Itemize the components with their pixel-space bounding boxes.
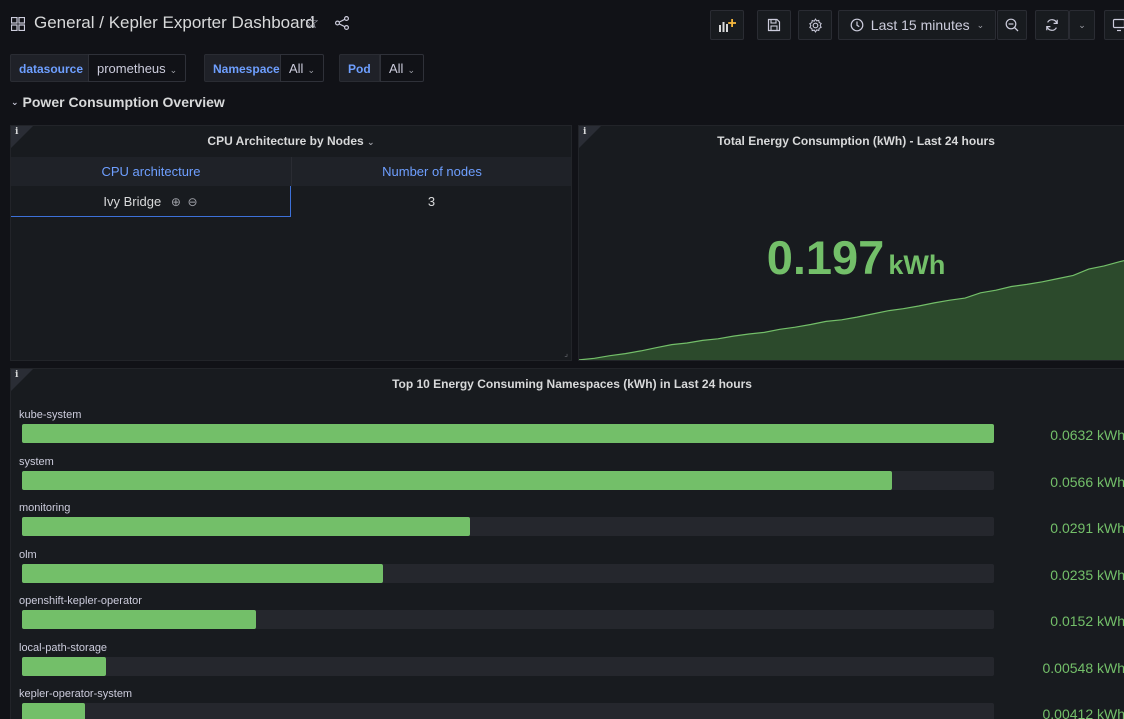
dashboard-navbar: General / Kepler Exporter Dashboard ☆ La…	[0, 0, 1124, 48]
chevron-down-icon: ⌄	[367, 137, 375, 147]
chevron-down-icon: ⌄	[11, 97, 19, 107]
bar-fill[interactable]	[22, 470, 893, 490]
time-range-label: Last 15 minutes	[870, 17, 970, 33]
panel-title[interactable]: Total Energy Consumption (kWh) - Last 24…	[579, 134, 1124, 148]
stat-value: 0.197 kWh	[579, 230, 1124, 285]
variable-value-pod: All	[389, 61, 404, 76]
save-icon	[767, 18, 781, 32]
zoom-out-icon	[1005, 18, 1019, 32]
bar-label: kube-system	[19, 409, 82, 421]
bar-label: openshift-kepler-operator	[19, 595, 142, 607]
panel-title[interactable]: CPU Architecture by Nodes ⌄	[11, 134, 571, 148]
bar-fill[interactable]	[22, 656, 107, 676]
bar-gauge-item: openshift-kepler-operator 0.0152 kWh	[19, 595, 1124, 641]
zoom-out-time-button[interactable]	[997, 10, 1027, 40]
monitor-icon	[1112, 18, 1124, 32]
row-header-power-consumption[interactable]: ⌄ Power Consumption Overview	[11, 94, 225, 110]
bar-label: kepler-operator-system	[19, 688, 133, 700]
bar-value: 0.00412 kWh	[1042, 706, 1124, 719]
star-icon[interactable]: ☆	[304, 13, 319, 33]
resize-handle-icon[interactable]: ⌟	[564, 349, 568, 358]
bar-value: 0.0235 kWh	[1050, 566, 1124, 583]
bar-gauge-item: olm 0.0235 kWh	[19, 549, 1124, 595]
bar-track	[22, 610, 994, 629]
gear-icon	[808, 17, 822, 33]
chevron-down-icon: ⌄	[976, 19, 985, 30]
add-panel-button[interactable]	[710, 10, 744, 40]
bar-gauge-item: kepler-operator-system 0.00412 kWh	[19, 688, 1124, 719]
variable-value-datasource: prometheus	[97, 61, 166, 76]
variable-select-namespace[interactable]: All ⌄	[280, 54, 324, 82]
clock-icon	[850, 18, 864, 32]
chevron-down-icon: ⌄	[1078, 19, 1086, 30]
bar-fill[interactable]	[22, 610, 256, 629]
panel-top-namespaces: i Top 10 Energy Consuming Namespaces (kW…	[10, 368, 1124, 719]
refresh-button[interactable]	[1035, 10, 1069, 40]
time-range-picker[interactable]: Last 15 minutes ⌄	[838, 10, 996, 40]
zoom-in-icon[interactable]: ⊕	[171, 187, 181, 218]
table-cell-value: Ivy Bridge	[103, 194, 162, 209]
bar-value: 0.0632 kWh	[1050, 427, 1124, 443]
stat-number: 0.197	[766, 231, 885, 284]
panel-cpu-architecture: i CPU Architecture by Nodes ⌄ CPU archit…	[10, 125, 572, 361]
bar-gauge-item: kube-system 0.0632 kWh	[19, 409, 1124, 455]
bar-fill[interactable]	[22, 703, 86, 719]
share-icon[interactable]	[335, 16, 349, 30]
variable-label-pod: Pod	[339, 54, 380, 82]
panel-title-text: CPU Architecture by Nodes	[207, 134, 364, 148]
bar-value: 0.0152 kWh	[1050, 613, 1124, 629]
bar-gauge-item: monitoring 0.0291 kWh	[19, 502, 1124, 548]
bar-track	[22, 470, 994, 490]
dashboard-settings-button[interactable]	[798, 10, 832, 40]
bar-track	[22, 517, 994, 536]
bar-gauge-item: local-path-storage 0.00548 kWh	[19, 642, 1124, 688]
variable-select-datasource[interactable]: prometheus ⌄	[88, 54, 187, 82]
bar-track	[22, 656, 994, 676]
bar-fill[interactable]	[22, 517, 470, 536]
panel-title[interactable]: Top 10 Energy Consuming Namespaces (kWh)…	[11, 377, 1124, 391]
bar-value: 0.00548 kWh	[1042, 659, 1124, 676]
bar-label: local-path-storage	[19, 641, 108, 654]
bar-gauge-item: system 0.0566 kWh	[19, 456, 1124, 502]
bar-track	[22, 424, 994, 443]
bar-label: olm	[19, 548, 37, 561]
bar-fill[interactable]	[22, 563, 384, 583]
refresh-icon	[1046, 19, 1058, 31]
stat-unit: kWh	[888, 250, 946, 280]
chevron-down-icon: ⌄	[407, 65, 415, 75]
variable-label-datasource: datasource	[10, 54, 93, 82]
dashboard-title[interactable]: Kepler Exporter Dashboard	[109, 13, 315, 32]
table-header-number-of-nodes[interactable]: Number of nodes	[291, 157, 571, 186]
tv-mode-button[interactable]	[1104, 10, 1124, 40]
add-panel-icon	[719, 19, 736, 32]
refresh-interval-picker[interactable]: ⌄	[1069, 10, 1095, 40]
bar-label: system	[19, 455, 54, 468]
row-title: Power Consumption Overview	[22, 94, 225, 110]
variable-label-namespace: Namespace	[204, 54, 289, 82]
panel-total-energy: i Total Energy Consumption (kWh) - Last …	[578, 125, 1124, 361]
bar-fill[interactable]	[22, 424, 994, 443]
table-cell-cpu-architecture: Ivy Bridge ⊕ ⊖	[11, 186, 291, 217]
table-cell-number-of-nodes: 3	[427, 194, 436, 209]
breadcrumb: General / Kepler Exporter Dashboard	[34, 13, 315, 33]
variable-select-pod[interactable]: All ⌄	[380, 54, 424, 82]
chevron-down-icon: ⌄	[169, 65, 178, 75]
chevron-down-icon: ⌄	[307, 65, 315, 75]
breadcrumb-separator: /	[99, 13, 104, 32]
bar-value: 0.0566 kWh	[1050, 473, 1124, 490]
breadcrumb-folder[interactable]: General	[34, 13, 94, 32]
bar-track	[22, 563, 994, 583]
grid-icon	[11, 17, 25, 31]
bar-value: 0.0291 kWh	[1050, 520, 1124, 536]
zoom-out-icon[interactable]: ⊖	[188, 187, 198, 218]
save-dashboard-button[interactable]	[757, 10, 791, 40]
variable-value-namespace: All	[289, 61, 304, 76]
bar-label: monitoring	[19, 502, 71, 514]
table-header-cpu-architecture[interactable]: CPU architecture	[11, 157, 291, 186]
bar-track	[22, 703, 994, 719]
